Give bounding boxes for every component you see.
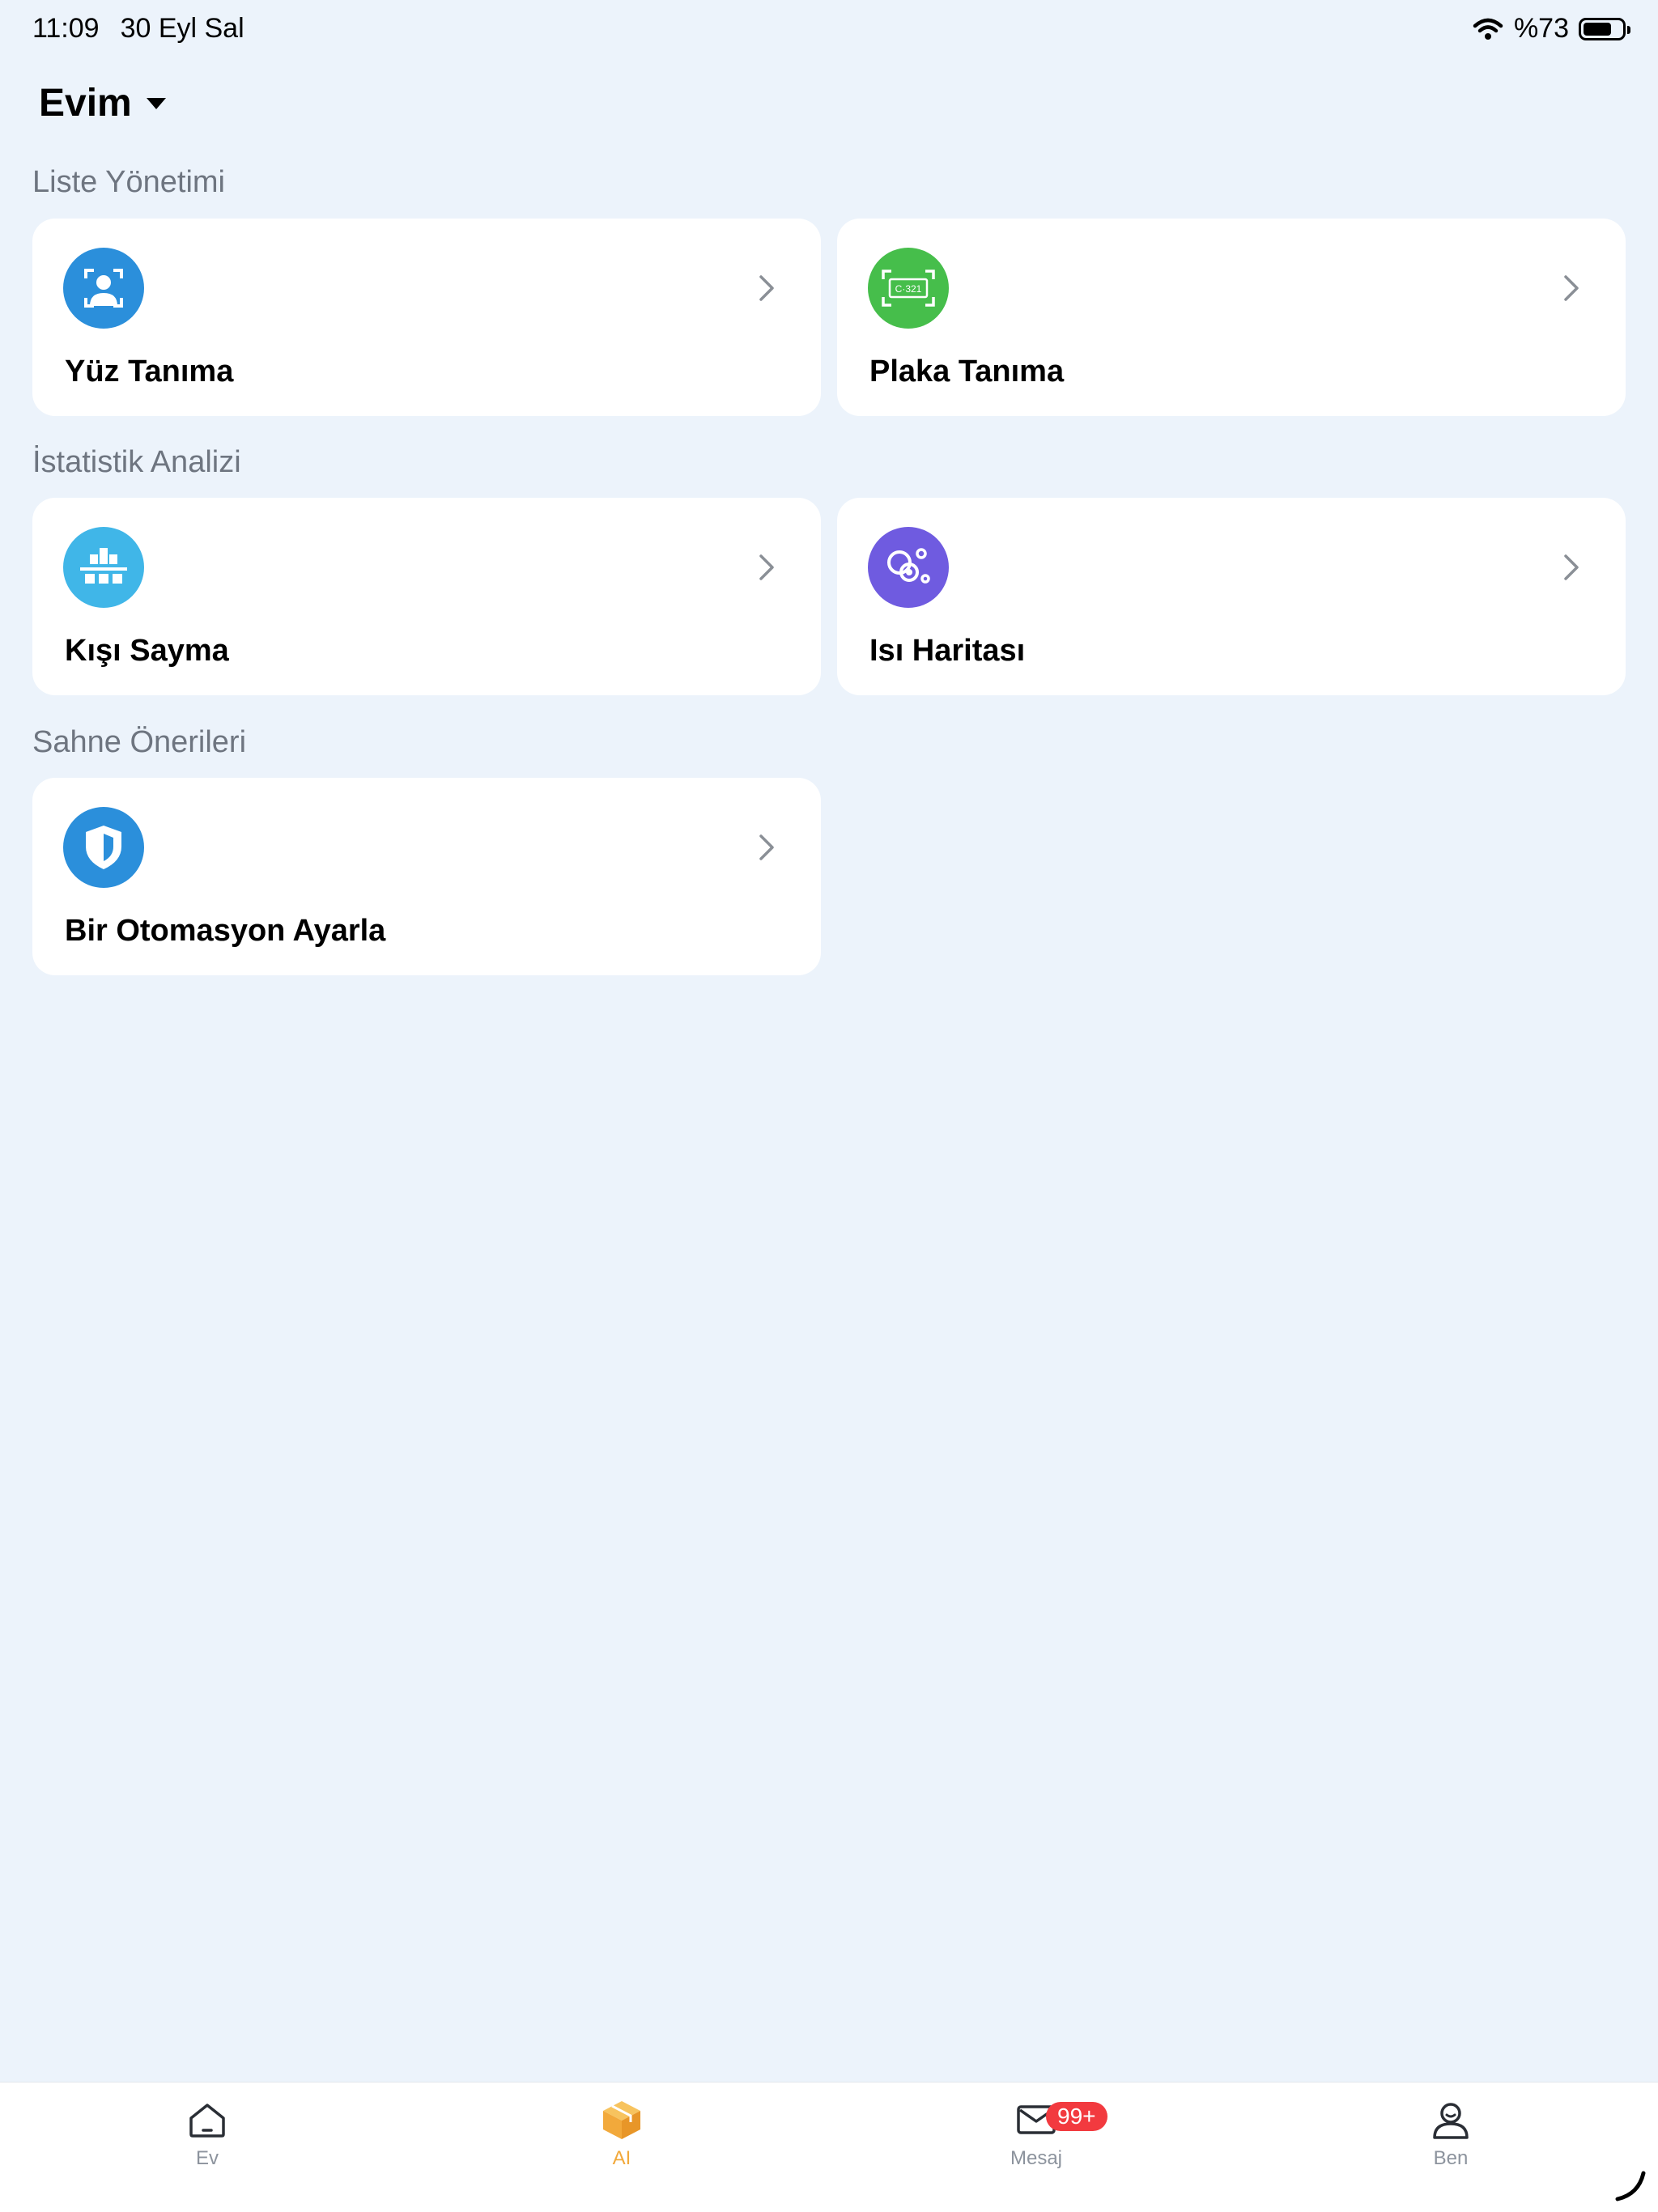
home-name: Evim	[39, 82, 132, 125]
resize-corner-icon[interactable]	[1614, 2170, 1647, 2202]
home-selector[interactable]: Evim	[39, 81, 168, 125]
face-recognition-icon	[63, 248, 144, 329]
ai-cube-icon	[603, 2101, 640, 2139]
chevron-right-icon	[1564, 275, 1579, 301]
section-title-list-management: Liste Yönetimi	[32, 165, 225, 199]
chevron-right-icon	[759, 275, 774, 301]
profile-icon	[1433, 2103, 1469, 2139]
tab-ai[interactable]: AI	[541, 2097, 703, 2170]
card-label: Kışı Sayma	[65, 634, 229, 668]
wifi-icon	[1473, 18, 1503, 40]
tab-label: Ev	[195, 2147, 219, 2169]
card-face-recognition[interactable]: Yüz Tanıma	[32, 219, 821, 416]
status-date: 30 Eyl Sal	[120, 13, 244, 44]
tab-home[interactable]: Ev	[126, 2097, 288, 2170]
tab-bar: Ev AI 99+ Mesaj Ben	[0, 2082, 1658, 2212]
chevron-right-icon	[759, 554, 774, 580]
section-title-scene-suggestions: Sahne Önerileri	[32, 725, 247, 759]
chevron-right-icon	[1564, 554, 1579, 580]
battery-percent: %73	[1513, 13, 1569, 44]
shield-icon	[63, 807, 144, 888]
card-heat-map[interactable]: Isı Haritası	[837, 498, 1626, 695]
status-left: 11:09 30 Eyl Sal	[32, 13, 244, 45]
tab-me[interactable]: Ben	[1370, 2097, 1532, 2170]
license-plate-icon: C·321	[868, 248, 949, 329]
card-people-counting[interactable]: Kışı Sayma	[32, 498, 821, 695]
card-label: Yüz Tanıma	[65, 355, 234, 388]
tab-label: Ben	[1433, 2147, 1469, 2169]
card-label: Bir Otomasyon Ayarla	[65, 914, 386, 948]
tab-messages[interactable]: 99+ Mesaj	[955, 2097, 1117, 2170]
status-time: 11:09	[32, 13, 100, 44]
card-label: Isı Haritası	[869, 634, 1026, 668]
people-counting-icon	[63, 527, 144, 608]
plate-text: C·321	[895, 283, 922, 295]
section-title-statistics: İstatistik Analizi	[32, 445, 241, 479]
status-right: %73	[1472, 13, 1630, 45]
tab-label: Mesaj	[1010, 2147, 1063, 2169]
card-license-plate-recognition[interactable]: C·321 Plaka Tanıma	[837, 219, 1626, 416]
chevron-right-icon	[759, 834, 774, 860]
card-set-automation[interactable]: Bir Otomasyon Ayarla	[32, 778, 821, 975]
heat-map-icon	[868, 527, 949, 608]
battery-level	[1584, 22, 1611, 36]
caret-down-icon	[146, 97, 166, 109]
home-icon	[189, 2104, 225, 2138]
tab-label: AI	[612, 2147, 631, 2169]
battery-icon	[1579, 17, 1630, 40]
status-bar: 11:09 30 Eyl Sal %73	[0, 0, 1658, 58]
message-count-badge: 99+	[1046, 2102, 1107, 2131]
card-label: Plaka Tanıma	[869, 355, 1065, 388]
